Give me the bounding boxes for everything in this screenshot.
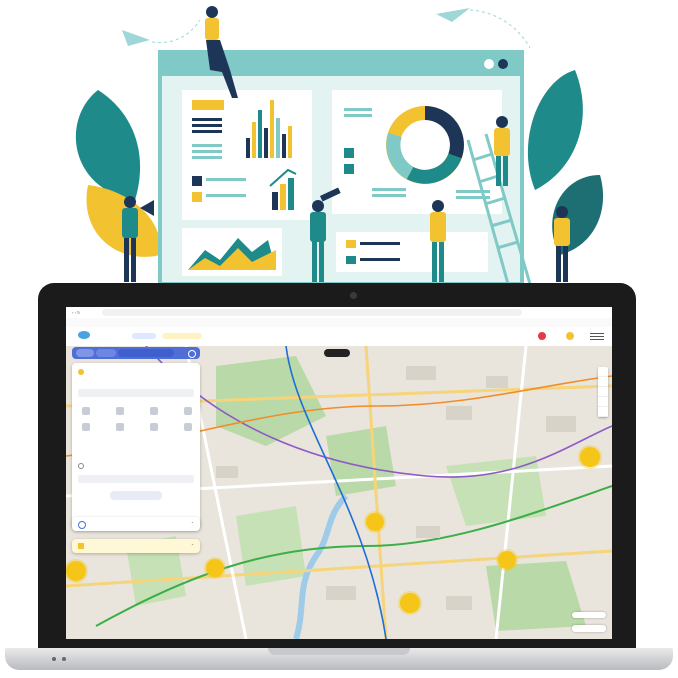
- location-button[interactable]: [598, 397, 608, 407]
- fullscreen-button[interactable]: [598, 407, 608, 417]
- menu-icon[interactable]: [590, 332, 604, 340]
- url-field[interactable]: [102, 309, 522, 316]
- radio-icon[interactable]: [78, 463, 84, 469]
- zoom-out-button[interactable]: [598, 377, 608, 387]
- chevron-down-icon: ⌄: [190, 520, 194, 524]
- indicator-light: [52, 657, 56, 661]
- nav-arrows-icon[interactable]: ‹ › ↻: [72, 310, 80, 315]
- map-cluster-marker[interactable]: [66, 561, 86, 581]
- section-icon: [78, 521, 86, 529]
- layer-button[interactable]: [598, 387, 608, 397]
- panel-tab[interactable]: [96, 349, 116, 357]
- dropdown-select[interactable]: [78, 389, 194, 397]
- collapsed-section[interactable]: ⌄: [72, 539, 200, 553]
- map-mode-pill[interactable]: [324, 349, 350, 357]
- section-icon: [78, 543, 84, 549]
- analytics-illustration: [75, 6, 604, 286]
- laptop-notch: [268, 648, 410, 655]
- category-icon[interactable]: [116, 423, 124, 431]
- leaf-right-teal: [527, 70, 583, 190]
- panel-tab[interactable]: [76, 349, 94, 357]
- map-cluster-marker[interactable]: [206, 559, 224, 577]
- category-icon[interactable]: [82, 423, 90, 431]
- notification-icon[interactable]: [538, 332, 546, 340]
- dropdown-select[interactable]: [78, 475, 194, 483]
- laptop-screen: ‹ › ↻ ⌄ ⌄: [66, 307, 612, 639]
- map-scale-control[interactable]: [572, 612, 606, 618]
- panel-tab[interactable]: [118, 349, 174, 357]
- zoom-in-button[interactable]: [598, 367, 608, 377]
- map-zoom-controls: [598, 367, 608, 417]
- map-cluster-marker[interactable]: [498, 551, 516, 569]
- search-panel: [72, 363, 200, 529]
- leaf-left-teal: [75, 90, 141, 200]
- category-icon[interactable]: [184, 423, 192, 431]
- chevron-down-icon: ⌄: [190, 542, 194, 546]
- site-tab[interactable]: [132, 333, 156, 339]
- logo-badge-icon: [78, 331, 90, 339]
- category-icon[interactable]: [150, 423, 158, 431]
- map-cluster-marker[interactable]: [400, 593, 420, 613]
- indicator-light: [62, 657, 66, 661]
- search-icon[interactable]: [188, 350, 196, 358]
- category-icon[interactable]: [184, 407, 192, 415]
- category-icon[interactable]: [116, 407, 124, 415]
- category-icon[interactable]: [82, 407, 90, 415]
- site-logo[interactable]: [78, 331, 92, 341]
- search-button[interactable]: [110, 491, 162, 500]
- webcam: [350, 292, 357, 299]
- user-icon[interactable]: [566, 332, 574, 340]
- paper-plane-icon: [122, 30, 150, 46]
- site-header: [66, 327, 612, 347]
- panel-tab-bar: [72, 347, 200, 359]
- paper-plane-icon: [436, 8, 470, 22]
- map-toggle-control[interactable]: [572, 625, 606, 632]
- map-cluster-marker[interactable]: [580, 447, 600, 467]
- map-cluster-marker[interactable]: [366, 513, 384, 531]
- collapsed-section[interactable]: ⌄: [72, 517, 200, 531]
- category-icon[interactable]: [150, 407, 158, 415]
- site-tab[interactable]: [162, 333, 202, 339]
- section-icon: [78, 369, 84, 375]
